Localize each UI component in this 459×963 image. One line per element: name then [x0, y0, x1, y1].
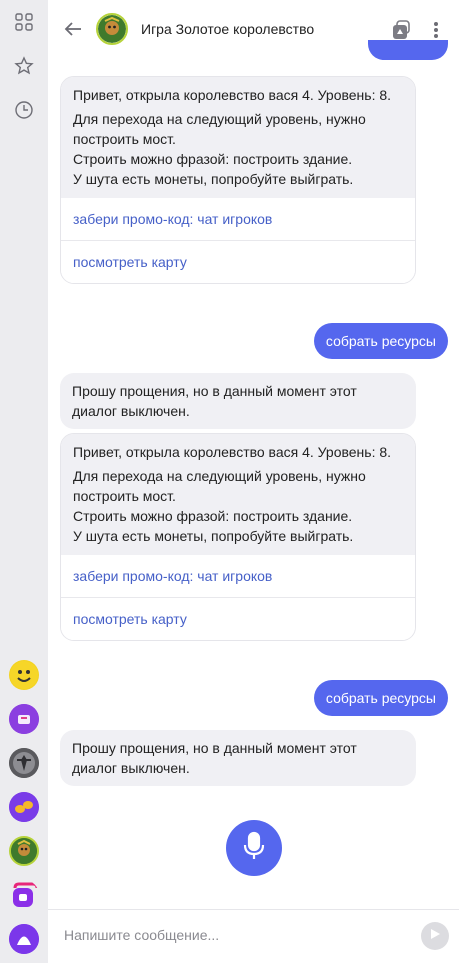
chat-panel: Игра Золотое королевство Привет, открыла…: [48, 0, 459, 963]
microphone-button[interactable]: [226, 820, 282, 876]
kingdom-app-icon[interactable]: [9, 836, 39, 866]
clock-icon[interactable]: [12, 98, 36, 122]
microphone-icon: [242, 831, 266, 866]
promo-code-button[interactable]: забери промо-код: чат игроков: [61, 198, 415, 240]
bot-message: Прошу прощения, но в данный момент этот …: [60, 373, 416, 429]
smiley-app-icon[interactable]: [9, 660, 39, 690]
previous-user-bubble: [368, 40, 448, 60]
left-rail: [0, 0, 48, 963]
bot-card: Привет, открыла королевство вася 4. Уров…: [60, 433, 416, 641]
message-text: Для перехода на следующий уровень, нужно…: [73, 111, 366, 147]
bot-card: Привет, открыла королевство вася 4. Уров…: [60, 76, 416, 284]
message-text: У шута есть монеты, попробуйте выйграть.: [73, 171, 354, 187]
grid-icon[interactable]: [12, 10, 36, 34]
send-button[interactable]: [421, 922, 449, 950]
bot-message: Прошу прощения, но в данный момент этот …: [60, 730, 416, 786]
message-text: Для перехода на следующий уровень, нужно…: [73, 468, 366, 504]
alice-app-icon[interactable]: [9, 924, 39, 954]
user-message: собрать ресурсы: [313, 323, 448, 359]
avatar[interactable]: [96, 13, 128, 45]
send-icon: [429, 927, 441, 945]
message-text: Привет, открыла королевство вася 4. Уров…: [73, 444, 392, 460]
view-map-button[interactable]: посмотреть карту: [61, 240, 415, 283]
purple-app-icon[interactable]: [9, 704, 39, 734]
user-message: собрать ресурсы: [313, 680, 448, 716]
figure-app-icon[interactable]: [9, 748, 39, 778]
message-text: Строить можно фразой: построить здание.: [73, 508, 353, 524]
message-text: У шута есть монеты, попробуйте выйграть.: [73, 528, 354, 544]
message-text: Привет, открыла королевство вася 4. Уров…: [73, 87, 392, 103]
star-icon[interactable]: [12, 54, 36, 78]
back-arrow-icon[interactable]: [62, 18, 84, 40]
message-text: Строить можно фразой: построить здание.: [73, 151, 353, 167]
purple-chat-app-icon[interactable]: [9, 880, 39, 910]
page-title: Игра Золотое королевство: [141, 21, 315, 37]
knot-app-icon[interactable]: [9, 792, 39, 822]
view-map-button[interactable]: посмотреть карту: [61, 597, 415, 640]
message-composer: [48, 909, 459, 963]
promo-code-button[interactable]: забери промо-код: чат игроков: [61, 555, 415, 597]
message-input[interactable]: [62, 926, 406, 944]
